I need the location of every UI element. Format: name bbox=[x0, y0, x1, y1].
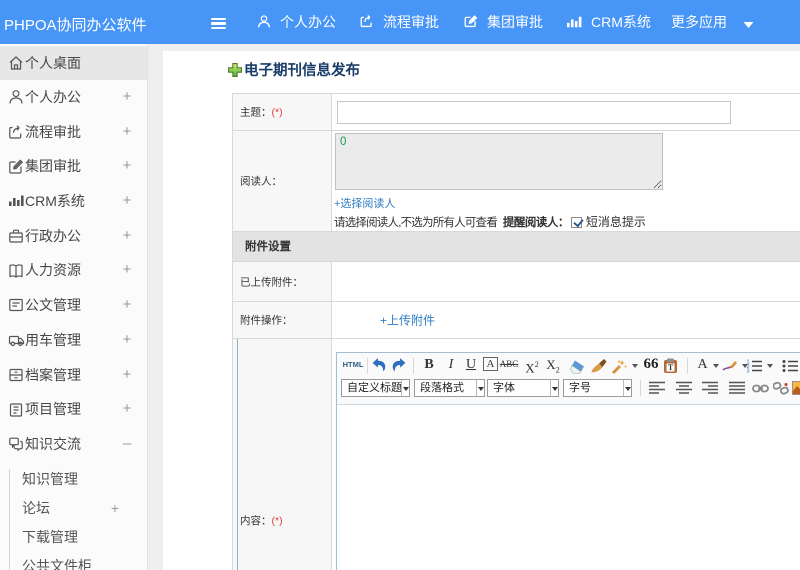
svg-text:T: T bbox=[668, 363, 674, 372]
svg-text:3: 3 bbox=[747, 369, 750, 375]
